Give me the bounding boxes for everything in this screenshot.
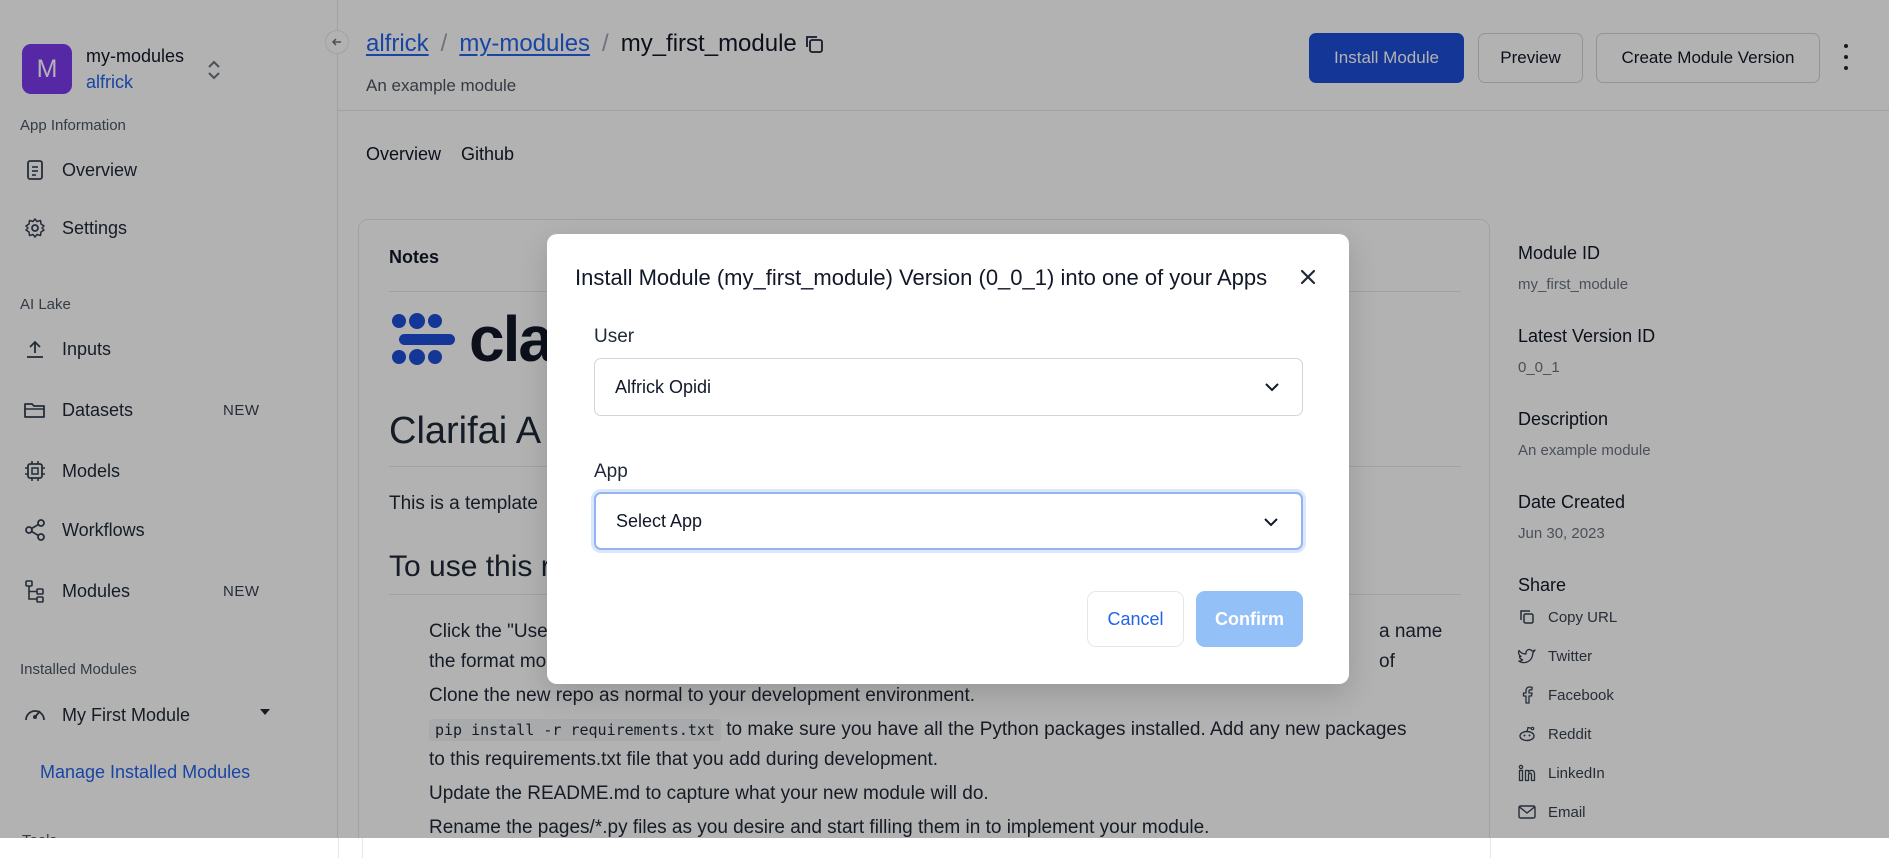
divider [1490,838,1491,858]
install-module-dialog: Install Module (my_first_module) Version… [547,234,1349,684]
user-field-label: User [594,326,635,347]
cancel-button[interactable]: Cancel [1087,591,1184,647]
user-select[interactable]: Alfrick Opidi [594,358,1303,416]
divider [338,838,339,858]
app-select[interactable]: Select App [594,492,1303,550]
user-select-value: Alfrick Opidi [615,376,712,397]
chevron-down-icon [1263,516,1279,528]
dialog-title: Install Module (my_first_module) Version… [575,265,1268,290]
divider [362,838,363,858]
app-select-placeholder: Select App [616,510,703,531]
chevron-down-icon [1264,381,1280,393]
close-icon[interactable] [1297,266,1319,288]
app-field-label: App [594,461,628,482]
bottom-strip [0,838,1889,858]
confirm-button[interactable]: Confirm [1196,591,1303,647]
